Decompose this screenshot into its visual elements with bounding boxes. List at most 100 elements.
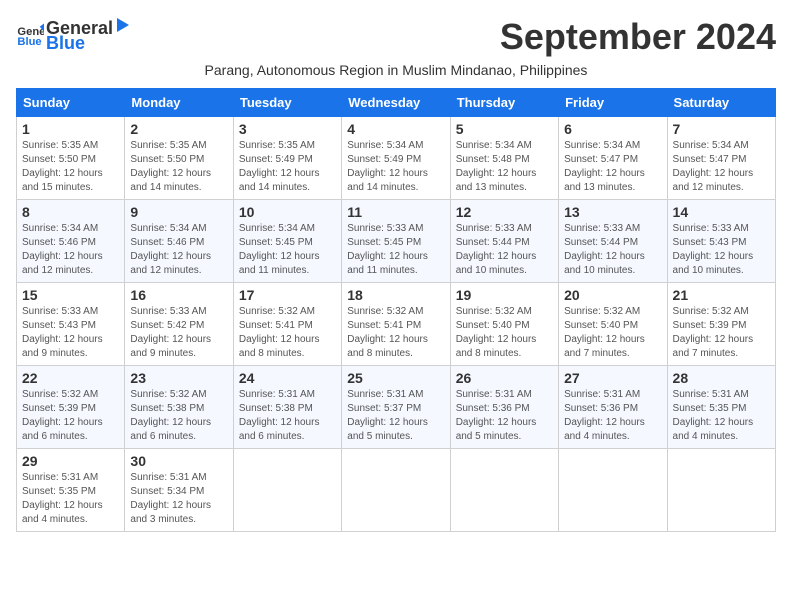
month-title: September 2024	[500, 16, 776, 58]
calendar-cell: 12 Sunrise: 5:33 AMSunset: 5:44 PMDayligh…	[450, 200, 558, 283]
day-info: Sunrise: 5:34 AMSunset: 5:45 PMDaylight:…	[239, 222, 336, 278]
day-number: 16	[130, 287, 227, 303]
calendar-week-row: 29 Sunrise: 5:31 AMSunset: 5:35 PMDayligh…	[17, 449, 776, 532]
day-number: 23	[130, 370, 227, 386]
day-number: 1	[22, 121, 119, 137]
day-number: 17	[239, 287, 336, 303]
day-number: 25	[347, 370, 444, 386]
calendar-cell: 9Sunrise: 5:34 AMSunset: 5:46 PMDaylight…	[125, 200, 233, 283]
day-number: 7	[673, 121, 770, 137]
col-header-tuesday: Tuesday	[233, 89, 341, 117]
calendar-cell	[342, 449, 450, 532]
day-number: 14	[673, 204, 770, 220]
calendar-cell: 21 Sunrise: 5:32 AMSunset: 5:39 PMDayligh…	[667, 283, 775, 366]
day-number: 29	[22, 453, 119, 469]
calendar-cell	[667, 449, 775, 532]
day-number: 6	[564, 121, 661, 137]
calendar-cell: 2 Sunrise: 5:35 AMSunset: 5:50 PMDaylight…	[125, 117, 233, 200]
day-number: 15	[22, 287, 119, 303]
day-info: Sunrise: 5:33 AMSunset: 5:45 PMDaylight:…	[347, 222, 444, 278]
svg-text:Blue: Blue	[17, 36, 41, 48]
calendar-cell: 24Sunrise: 5:31 AMSunset: 5:38 PMDayligh…	[233, 366, 341, 449]
subtitle: Parang, Autonomous Region in Muslim Mind…	[16, 62, 776, 78]
day-info: Sunrise: 5:32 AMSunset: 5:41 PMDaylight:…	[239, 305, 336, 361]
day-info: Sunrise: 5:31 AMSunset: 5:36 PMDaylight:…	[456, 388, 553, 444]
day-info: Sunrise: 5:35 AMSunset: 5:50 PMDaylight:…	[22, 139, 119, 195]
day-info: Sunrise: 5:31 AMSunset: 5:34 PMDaylight:…	[130, 471, 227, 527]
day-info: Sunrise: 5:35 AMSunset: 5:49 PMDaylight:…	[239, 139, 336, 195]
day-info: Sunrise: 5:33 AMSunset: 5:43 PMDaylight:…	[673, 222, 770, 278]
day-info: Sunrise: 5:31 AMSunset: 5:37 PMDaylight:…	[347, 388, 444, 444]
calendar-header-row: SundayMondayTuesdayWednesdayThursdayFrid…	[17, 89, 776, 117]
day-info: Sunrise: 5:32 AMSunset: 5:40 PMDaylight:…	[564, 305, 661, 361]
day-info: Sunrise: 5:34 AMSunset: 5:46 PMDaylight:…	[130, 222, 227, 278]
calendar-cell: 18 Sunrise: 5:32 AMSunset: 5:41 PMDayligh…	[342, 283, 450, 366]
day-info: Sunrise: 5:32 AMSunset: 5:41 PMDaylight:…	[347, 305, 444, 361]
calendar-cell: 28Sunrise: 5:31 AMSunset: 5:35 PMDayligh…	[667, 366, 775, 449]
day-info: Sunrise: 5:34 AMSunset: 5:46 PMDaylight:…	[22, 222, 119, 278]
day-info: Sunrise: 5:34 AMSunset: 5:47 PMDaylight:…	[673, 139, 770, 195]
calendar-cell: 1 Sunrise: 5:35 AMSunset: 5:50 PMDaylight…	[17, 117, 125, 200]
calendar-cell: 30 Sunrise: 5:31 AMSunset: 5:34 PMDayligh…	[125, 449, 233, 532]
day-info: Sunrise: 5:35 AMSunset: 5:50 PMDaylight:…	[130, 139, 227, 195]
day-number: 11	[347, 204, 444, 220]
calendar-cell: 17 Sunrise: 5:32 AMSunset: 5:41 PMDayligh…	[233, 283, 341, 366]
logo-arrow-icon	[113, 16, 131, 34]
day-info: Sunrise: 5:33 AMSunset: 5:44 PMDaylight:…	[456, 222, 553, 278]
calendar-cell: 15 Sunrise: 5:33 AMSunset: 5:43 PMDayligh…	[17, 283, 125, 366]
day-number: 5	[456, 121, 553, 137]
col-header-sunday: Sunday	[17, 89, 125, 117]
day-info: Sunrise: 5:34 AMSunset: 5:48 PMDaylight:…	[456, 139, 553, 195]
calendar-cell: 3 Sunrise: 5:35 AMSunset: 5:49 PMDaylight…	[233, 117, 341, 200]
day-info: Sunrise: 5:33 AMSunset: 5:43 PMDaylight:…	[22, 305, 119, 361]
day-number: 30	[130, 453, 227, 469]
calendar-cell: 23 Sunrise: 5:32 AMSunset: 5:38 PMDayligh…	[125, 366, 233, 449]
day-info: Sunrise: 5:32 AMSunset: 5:39 PMDaylight:…	[22, 388, 119, 444]
day-info: Sunrise: 5:31 AMSunset: 5:35 PMDaylight:…	[22, 471, 119, 527]
day-info: Sunrise: 5:31 AMSunset: 5:35 PMDaylight:…	[673, 388, 770, 444]
calendar-cell	[233, 449, 341, 532]
day-info: Sunrise: 5:34 AMSunset: 5:49 PMDaylight:…	[347, 139, 444, 195]
day-number: 20	[564, 287, 661, 303]
day-number: 21	[673, 287, 770, 303]
calendar-cell: 4 Sunrise: 5:34 AMSunset: 5:49 PMDaylight…	[342, 117, 450, 200]
col-header-saturday: Saturday	[667, 89, 775, 117]
day-info: Sunrise: 5:33 AMSunset: 5:44 PMDaylight:…	[564, 222, 661, 278]
calendar-cell: 11 Sunrise: 5:33 AMSunset: 5:45 PMDayligh…	[342, 200, 450, 283]
day-number: 18	[347, 287, 444, 303]
day-number: 22	[22, 370, 119, 386]
day-info: Sunrise: 5:31 AMSunset: 5:36 PMDaylight:…	[564, 388, 661, 444]
calendar-cell	[450, 449, 558, 532]
day-info: Sunrise: 5:32 AMSunset: 5:40 PMDaylight:…	[456, 305, 553, 361]
calendar-table: SundayMondayTuesdayWednesdayThursdayFrid…	[16, 88, 776, 532]
logo-icon: General Blue	[16, 21, 44, 49]
calendar-cell: 16Sunrise: 5:33 AMSunset: 5:42 PMDayligh…	[125, 283, 233, 366]
calendar-cell	[559, 449, 667, 532]
calendar-cell: 27 Sunrise: 5:31 AMSunset: 5:36 PMDayligh…	[559, 366, 667, 449]
col-header-thursday: Thursday	[450, 89, 558, 117]
calendar-cell: 22 Sunrise: 5:32 AMSunset: 5:39 PMDayligh…	[17, 366, 125, 449]
calendar-cell: 20 Sunrise: 5:32 AMSunset: 5:40 PMDayligh…	[559, 283, 667, 366]
day-number: 4	[347, 121, 444, 137]
calendar-cell: 25 Sunrise: 5:31 AMSunset: 5:37 PMDayligh…	[342, 366, 450, 449]
day-number: 3	[239, 121, 336, 137]
calendar-cell: 10 Sunrise: 5:34 AMSunset: 5:45 PMDayligh…	[233, 200, 341, 283]
day-number: 27	[564, 370, 661, 386]
header: General Blue General Blue September 2024	[16, 16, 776, 58]
day-number: 2	[130, 121, 227, 137]
calendar-cell: 6Sunrise: 5:34 AMSunset: 5:47 PMDaylight…	[559, 117, 667, 200]
calendar-cell: 8 Sunrise: 5:34 AMSunset: 5:46 PMDaylight…	[17, 200, 125, 283]
day-number: 24	[239, 370, 336, 386]
calendar-cell: 14 Sunrise: 5:33 AMSunset: 5:43 PMDayligh…	[667, 200, 775, 283]
calendar-cell: 7 Sunrise: 5:34 AMSunset: 5:47 PMDaylight…	[667, 117, 775, 200]
calendar-week-row: 1 Sunrise: 5:35 AMSunset: 5:50 PMDaylight…	[17, 117, 776, 200]
day-number: 8	[22, 204, 119, 220]
day-info: Sunrise: 5:32 AMSunset: 5:39 PMDaylight:…	[673, 305, 770, 361]
logo: General Blue General Blue	[16, 16, 131, 54]
col-header-friday: Friday	[559, 89, 667, 117]
day-info: Sunrise: 5:32 AMSunset: 5:38 PMDaylight:…	[130, 388, 227, 444]
day-number: 10	[239, 204, 336, 220]
calendar-cell: 13Sunrise: 5:33 AMSunset: 5:44 PMDayligh…	[559, 200, 667, 283]
calendar-week-row: 15 Sunrise: 5:33 AMSunset: 5:43 PMDayligh…	[17, 283, 776, 366]
day-number: 12	[456, 204, 553, 220]
